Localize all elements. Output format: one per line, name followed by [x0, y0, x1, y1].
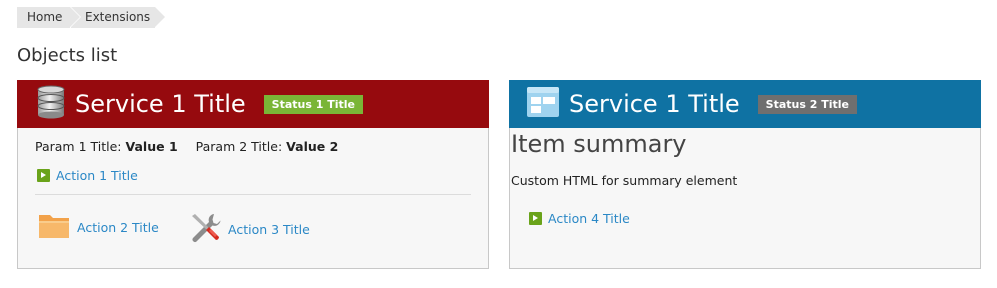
- action-label: Action 3 Title: [228, 222, 310, 237]
- status-badge: Status 2 Title: [757, 94, 857, 114]
- card-title: Service 1 Title: [75, 90, 246, 118]
- action-label: Action 4 Title: [548, 211, 630, 226]
- param-2: Param 2 Title: Value 2: [196, 139, 339, 154]
- status-badge: Status 1 Title: [263, 94, 363, 114]
- breadcrumb: Home Extensions: [17, 7, 165, 28]
- dashboard-icon: [527, 87, 559, 121]
- breadcrumb-extensions[interactable]: Extensions: [71, 7, 165, 28]
- action-1-link[interactable]: Action 1 Title: [37, 168, 138, 183]
- param-label: Param 2 Title:: [195, 139, 283, 154]
- summary-title: Item summary: [511, 130, 687, 158]
- breadcrumb-home[interactable]: Home: [17, 7, 81, 28]
- folder-icon: [37, 211, 71, 244]
- summary-text: Custom HTML for summary element: [511, 173, 738, 188]
- action-2-link[interactable]: Action 2 Title: [37, 211, 159, 244]
- action-label: Action 2 Title: [77, 220, 159, 235]
- param-value: Value 1: [125, 139, 178, 154]
- action-3-link[interactable]: Action 3 Title: [188, 211, 310, 248]
- action-4-link[interactable]: Action 4 Title: [529, 211, 630, 226]
- play-icon: [37, 169, 50, 182]
- service-card-1: Service 1 Title Status 1 Title Param 1 T…: [17, 80, 489, 269]
- page-title: Objects list: [17, 45, 118, 66]
- param-label: Param 1 Title:: [35, 139, 122, 154]
- database-icon: [37, 85, 65, 123]
- divider: [35, 194, 471, 195]
- params-row: Param 1 Title: Value 1 Param 2 Title: Va…: [35, 139, 356, 154]
- card-header: Service 1 Title Status 2 Title: [509, 80, 981, 128]
- tools-icon: [188, 211, 222, 248]
- card-title: Service 1 Title: [569, 90, 740, 118]
- service-card-2: Service 1 Title Status 2 Title Item summ…: [509, 80, 981, 269]
- param-1: Param 1 Title: Value 1: [35, 139, 178, 154]
- action-label: Action 1 Title: [56, 168, 138, 183]
- card-header: Service 1 Title Status 1 Title: [17, 80, 489, 128]
- param-value: Value 2: [286, 139, 339, 154]
- play-icon: [529, 212, 542, 225]
